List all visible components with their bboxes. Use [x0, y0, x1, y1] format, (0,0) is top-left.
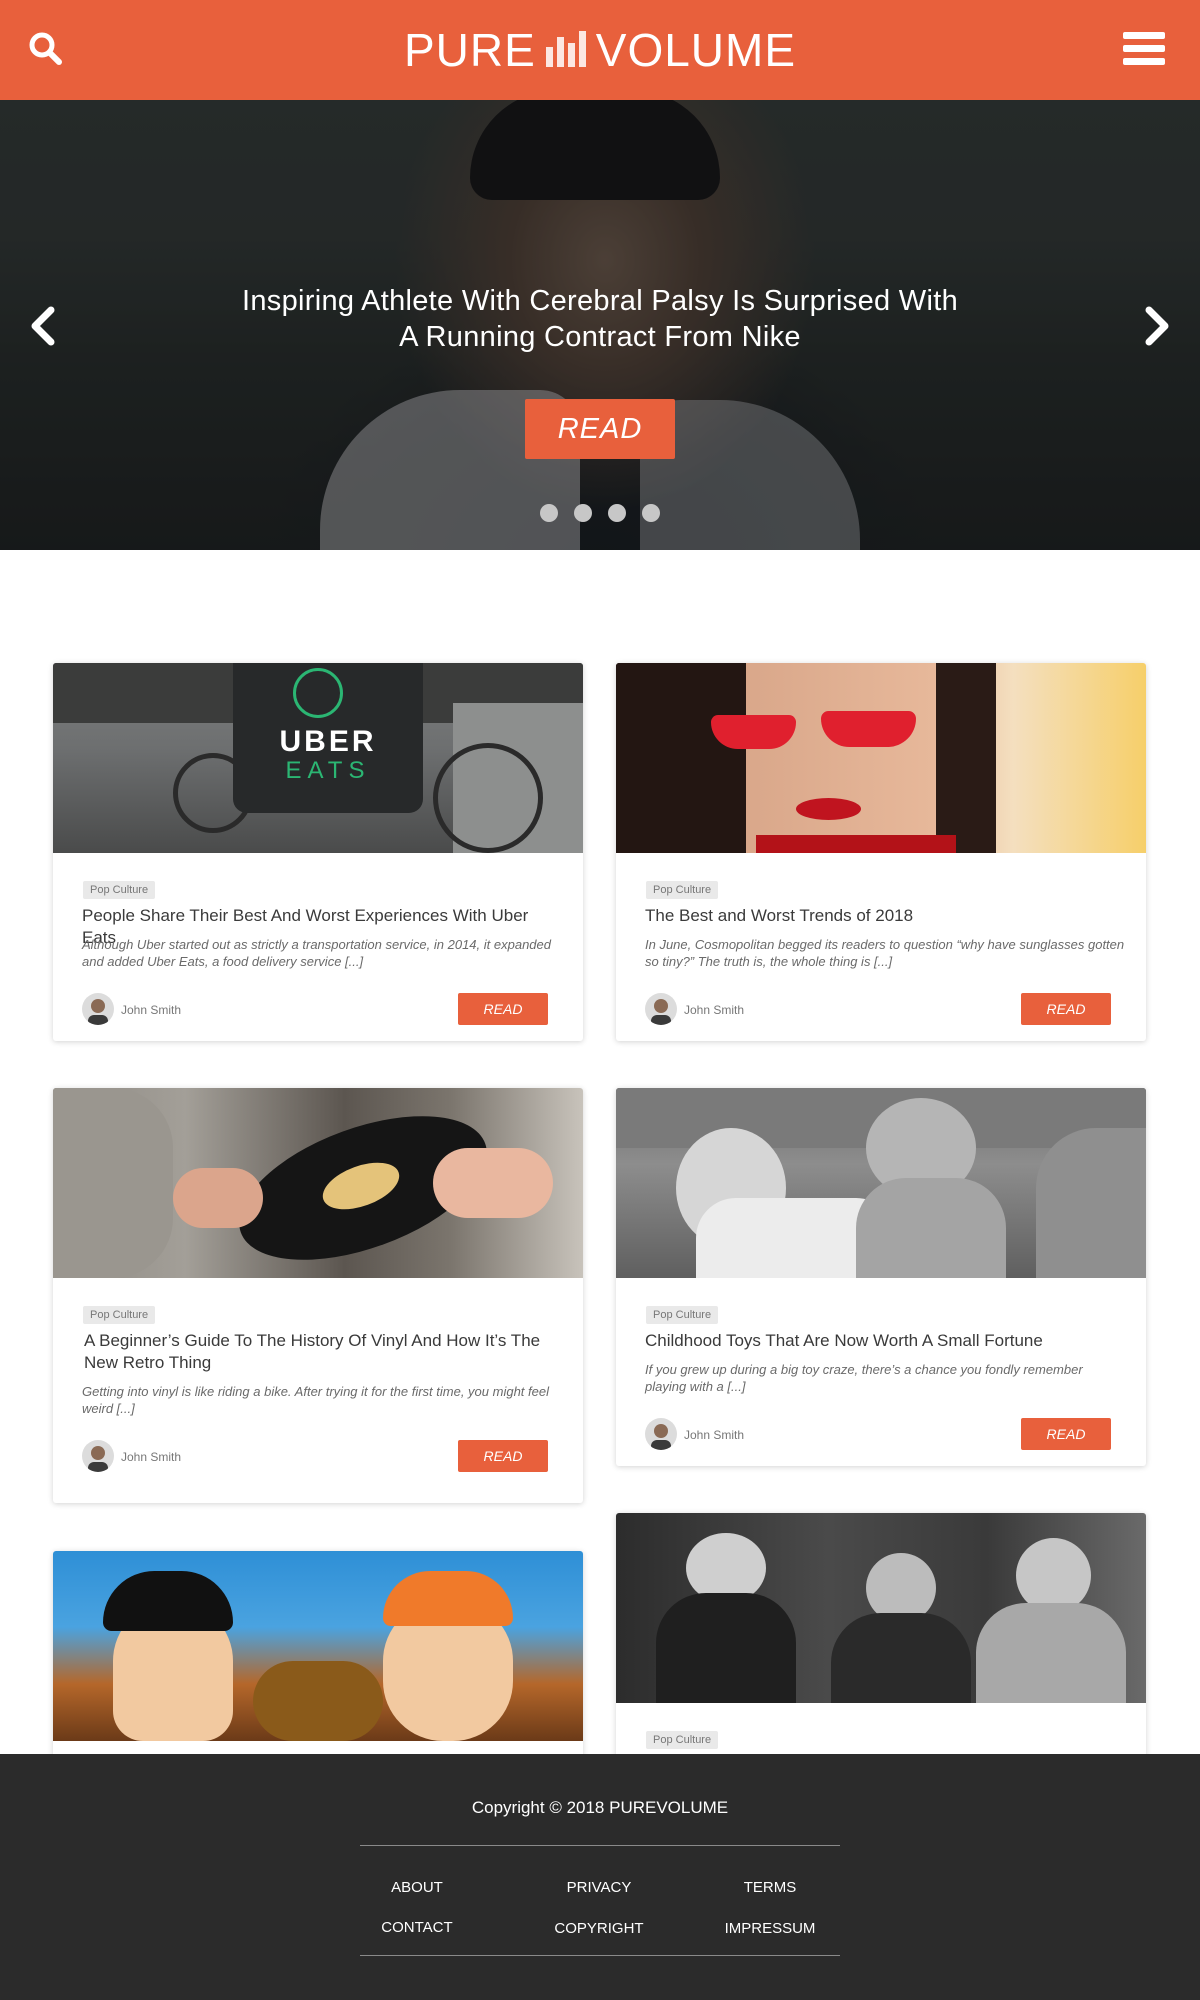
category-tag[interactable]: Pop Culture	[83, 881, 156, 899]
slider-next-button[interactable]	[1143, 304, 1173, 348]
article-image-uber-eats[interactable]: UBER EATS	[53, 663, 583, 853]
author-avatar[interactable]	[82, 1440, 114, 1472]
footer-link-copyright[interactable]: COPYRIGHT	[519, 1920, 679, 1937]
slider-pagination	[540, 504, 670, 522]
footer-divider	[360, 1845, 840, 1846]
read-button[interactable]: READ	[458, 1440, 548, 1472]
article-excerpt: In June, Cosmopolitan begged its readers…	[645, 937, 1125, 969]
footer-link-contact[interactable]: CONTACT	[337, 1919, 497, 1936]
category-tag[interactable]: Pop Culture	[646, 881, 719, 899]
slider-prev-button[interactable]	[27, 304, 57, 348]
article-card-vinyl[interactable]: Pop Culture A Beginner’s Guide To The Hi…	[53, 1088, 583, 1503]
menu-bar	[1123, 58, 1165, 65]
article-image-childhood-toys[interactable]	[616, 1088, 1146, 1278]
logo-text-left: PURE	[403, 24, 536, 76]
slider-dot-1[interactable]	[540, 504, 558, 522]
equalizer-bars-icon	[545, 25, 586, 77]
hamburger-menu-icon[interactable]	[1123, 32, 1165, 70]
article-excerpt: If you grew up during a big toy craze, t…	[645, 1362, 1083, 1394]
category-tag[interactable]: Pop Culture	[83, 1306, 156, 1324]
read-button[interactable]: READ	[1021, 993, 1111, 1025]
author-name[interactable]: John Smith	[684, 1002, 744, 1018]
article-excerpt: Although Uber started out as strictly a …	[82, 937, 551, 969]
fork-knife-icon	[293, 668, 343, 718]
footer-link-terms[interactable]: TERMS	[690, 1879, 850, 1896]
slider-dot-2[interactable]	[574, 504, 592, 522]
slider-dot-4[interactable]	[642, 504, 660, 522]
article-title[interactable]: A Beginner’s Guide To The History Of Vin…	[84, 1330, 564, 1374]
chevron-left-icon[interactable]	[27, 304, 57, 348]
author-avatar[interactable]	[645, 993, 677, 1025]
article-image-trends-2018[interactable]	[616, 663, 1146, 853]
red-sunglasses	[711, 715, 796, 749]
read-button[interactable]: READ	[1021, 1418, 1111, 1450]
hero-title[interactable]: Inspiring Athlete With Cerebral Palsy Is…	[230, 283, 970, 355]
author-name[interactable]: John Smith	[121, 1002, 181, 1018]
footer-divider	[360, 1955, 840, 1956]
read-button[interactable]: READ	[458, 993, 548, 1025]
image-eats-text: EATS	[285, 757, 371, 784]
author-avatar[interactable]	[645, 1418, 677, 1450]
article-excerpt: Getting into vinyl is like riding a bike…	[82, 1384, 549, 1416]
article-card-childhood-toys[interactable]: Pop Culture Childhood Toys That Are Now …	[616, 1088, 1146, 1466]
article-title[interactable]: The Best and Worst Trends of 2018	[645, 905, 1125, 927]
article-card-cartoon[interactable]	[53, 1551, 583, 1781]
footer-link-impressum[interactable]: IMPRESSUM	[690, 1920, 850, 1937]
footer-link-about[interactable]: ABOUT	[337, 1879, 497, 1896]
footer-link-privacy[interactable]: PRIVACY	[519, 1879, 679, 1896]
author-avatar[interactable]	[82, 993, 114, 1025]
author-name[interactable]: John Smith	[684, 1427, 744, 1443]
category-tag[interactable]: Pop Culture	[646, 1306, 719, 1324]
menu-bar	[1123, 32, 1165, 39]
author-name[interactable]: John Smith	[121, 1449, 181, 1465]
copyright-text: Copyright © 2018 PUREVOLUME	[471, 1798, 729, 1817]
article-card-trends-2018[interactable]: Pop Culture The Best and Worst Trends of…	[616, 663, 1146, 1041]
image-uber-text: UBER	[279, 725, 377, 758]
hero-read-button[interactable]: READ	[525, 399, 675, 459]
article-card-uber-eats[interactable]: UBER EATS Pop Culture People Share Their…	[53, 663, 583, 1041]
article-image-vintage-photo[interactable]	[616, 1513, 1146, 1703]
site-footer: Copyright © 2018 PUREVOLUME ABOUT PRIVAC…	[0, 1754, 1200, 2000]
site-header: PURE VOLUME	[0, 0, 1200, 100]
article-image-cartoon[interactable]	[53, 1551, 583, 1741]
article-card-vintage-photo[interactable]: Pop Culture	[616, 1513, 1146, 1781]
category-tag[interactable]: Pop Culture	[646, 1731, 719, 1749]
menu-bar	[1123, 45, 1165, 52]
article-title[interactable]: Childhood Toys That Are Now Worth A Smal…	[645, 1330, 1125, 1352]
chevron-right-icon[interactable]	[1143, 304, 1173, 348]
article-image-vinyl[interactable]	[53, 1088, 583, 1278]
slider-dot-3[interactable]	[608, 504, 626, 522]
logo-text-right: VOLUME	[595, 24, 797, 76]
site-logo[interactable]: PURE VOLUME	[0, 24, 1200, 77]
